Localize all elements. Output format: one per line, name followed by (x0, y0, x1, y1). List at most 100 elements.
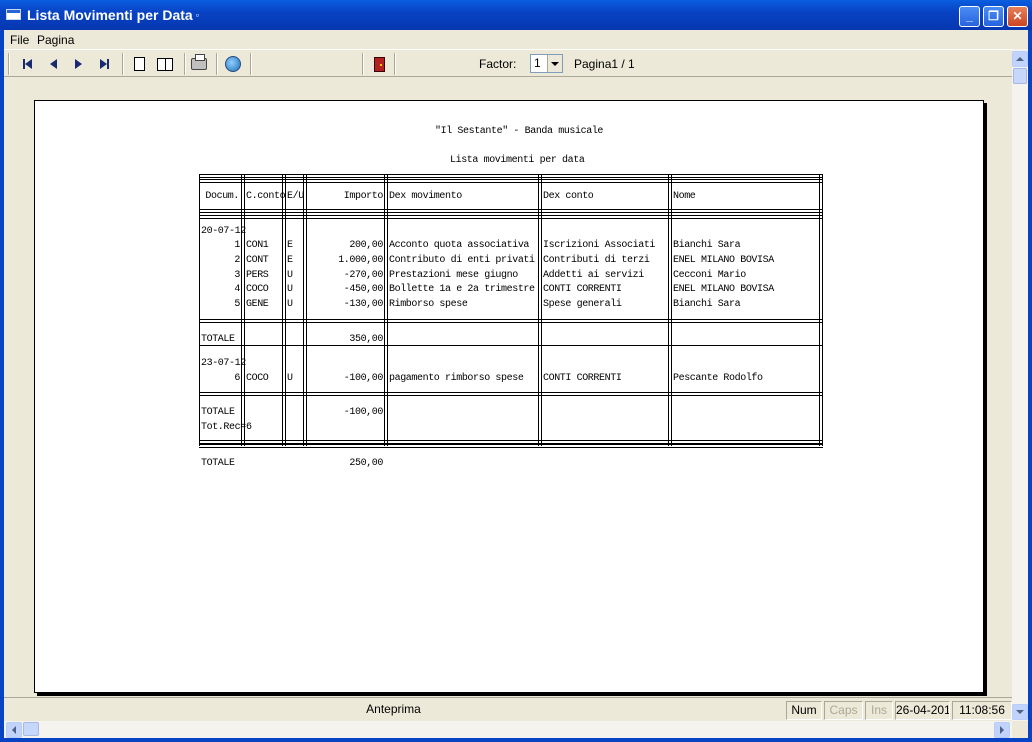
vertical-scrollbar[interactable] (1012, 49, 1028, 721)
factor-value: 1 (534, 56, 541, 70)
row-doc: 3 (234, 270, 240, 281)
row-importo: -450,00 (343, 284, 384, 295)
row-nome: Cecconi Mario (673, 270, 746, 281)
col-header-docum: Docum. (205, 191, 239, 202)
row-eu: U (287, 299, 293, 310)
row-doc: 2 (234, 255, 240, 266)
row-nome: ENEL MILANO BOVISA (673, 284, 774, 295)
maximize-button[interactable]: ❐ (983, 6, 1004, 27)
group-total-value: 350,00 (349, 334, 383, 345)
row-desc-conto: CONTI CORRENTI (543, 373, 622, 384)
row-movimento: Bollette 1a e 2a trimestre (389, 284, 535, 295)
row-importo: -100,00 (343, 373, 384, 384)
row-conto: COCO (246, 373, 269, 384)
toolbar-separator (122, 53, 124, 75)
row-movimento: Acconto quota associativa (389, 240, 530, 251)
scrollbar-corner (1012, 721, 1028, 738)
next-page-icon[interactable] (67, 53, 89, 75)
group-total-value: -100,00 (343, 407, 384, 418)
row-conto: GENE (246, 299, 269, 310)
grand-total-label: TOTALE (201, 458, 235, 469)
factor-label: Factor: (479, 57, 517, 71)
row-desc-conto: Contributi di terzi (543, 255, 650, 266)
row-desc-conto: Addetti ai servizi (543, 270, 644, 281)
horizontal-scroll-thumb[interactable] (23, 722, 39, 736)
scroll-down-icon[interactable] (1012, 704, 1028, 720)
horizontal-scrollbar[interactable] (4, 721, 1012, 738)
scroll-right-icon[interactable] (994, 722, 1010, 738)
row-nome: Bianchi Sara (673, 240, 741, 251)
window-icon[interactable] (6, 9, 21, 20)
scroll-left-icon[interactable] (6, 722, 22, 738)
single-page-icon[interactable] (128, 53, 150, 75)
row-importo: 1.000,00 (338, 255, 383, 266)
group-separator-rule (199, 345, 823, 346)
row-desc-conto: Iscrizioni Associati (543, 240, 656, 251)
row-doc: 1 (234, 240, 240, 251)
row-conto: CONT (246, 255, 269, 266)
status-time: 11:08:56 (952, 701, 1012, 720)
last-page-icon[interactable] (93, 53, 115, 75)
row-nome: Bianchi Sara (673, 299, 741, 310)
header-bottom-rule (199, 215, 823, 219)
close-button[interactable]: ✕ (1007, 6, 1028, 27)
status-date: 26-04-2016 (895, 701, 950, 720)
two-pages-icon[interactable] (154, 53, 176, 75)
export-icon[interactable] (222, 53, 244, 75)
print-icon[interactable] (188, 53, 210, 75)
group-subtotal-rule (199, 319, 823, 323)
row-doc: 5 (234, 299, 240, 310)
row-movimento: Contributo di enti privati (389, 255, 535, 266)
grand-total-value: 250,00 (349, 458, 383, 469)
vertical-scroll-thumb[interactable] (1013, 68, 1027, 84)
row-eu: U (287, 270, 293, 281)
status-bar: Anteprima Num Caps Ins 26-04-2016 11:08:… (4, 697, 1012, 721)
toolbar-grip (8, 53, 10, 75)
title-bar[interactable]: Lista Movimenti per Data ▫ _ ❐ ✕ (0, 0, 1032, 30)
toolbar-separator (216, 53, 218, 75)
row-doc: 4 (234, 284, 240, 295)
row-eu: E (287, 240, 293, 251)
minimize-button[interactable]: _ (959, 6, 980, 27)
group-total-label: TOTALE (201, 407, 235, 418)
preview-area[interactable]: "Il Sestante" - Banda musicale Lista mov… (4, 77, 1012, 697)
toolbar-separator (362, 53, 364, 75)
row-eu: U (287, 284, 293, 295)
col-header-dex-movimento: Dex movimento (389, 191, 462, 202)
row-eu: E (287, 255, 293, 266)
col-header-eu: E/U (287, 191, 304, 202)
row-importo: -270,00 (343, 270, 384, 281)
chevron-down-icon[interactable] (547, 55, 562, 72)
report-page: "Il Sestante" - Banda musicale Lista mov… (34, 100, 984, 693)
first-page-icon[interactable] (16, 53, 38, 75)
row-nome: Pescante Rodolfo (673, 373, 763, 384)
col-header-cconto: C.conto (246, 191, 286, 202)
table-bottom-rule (199, 444, 823, 448)
header-top-rule (199, 174, 823, 178)
row-movimento: Prestazioni mese giugno (389, 270, 518, 281)
row-movimento: pagamento rimborso spese (389, 373, 524, 384)
row-nome: ENEL MILANO BOVISA (673, 255, 774, 266)
report-title: "Il Sestante" - Banda musicale (435, 126, 604, 137)
scroll-up-icon[interactable] (1012, 51, 1028, 67)
tot-rec-value: 6 (246, 422, 252, 433)
previous-page-icon[interactable] (42, 53, 64, 75)
group-subtotal-rule (199, 392, 823, 396)
toolbar-separator (250, 53, 252, 75)
col-header-dex-conto: Dex conto (543, 191, 594, 202)
row-conto: PERS (246, 270, 269, 281)
group-date: 20-07-12 (201, 226, 246, 237)
window-frame-bottom (0, 738, 1032, 742)
row-conto: CON1 (246, 240, 269, 251)
row-importo: 200,00 (349, 240, 383, 251)
menu-file[interactable]: File (10, 33, 29, 47)
row-doc: 6 (234, 373, 240, 384)
page-indicator: Pagina1 / 1 (574, 57, 635, 71)
header-bottom-rule (199, 209, 823, 213)
menu-pagina[interactable]: Pagina (37, 33, 74, 47)
row-desc-conto: Spese generali (543, 299, 622, 310)
col-header-nome: Nome (673, 191, 696, 202)
row-eu: U (287, 373, 293, 384)
exit-door-icon[interactable] (368, 53, 390, 75)
factor-select[interactable]: 1 (530, 54, 563, 73)
